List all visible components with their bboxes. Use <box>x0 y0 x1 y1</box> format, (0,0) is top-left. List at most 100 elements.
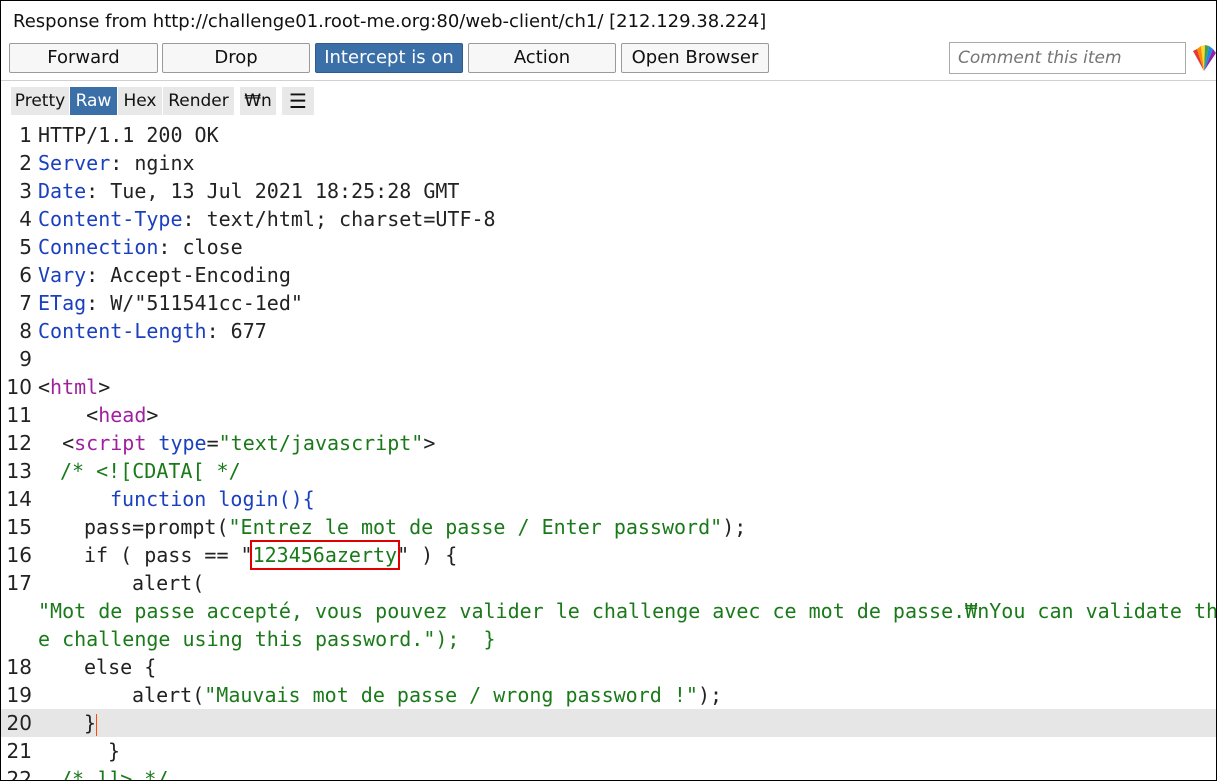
line-text: function login(){ <box>110 487 315 511</box>
line-text: else { <box>84 655 157 679</box>
line-number: 18 <box>6 655 32 679</box>
line-text: <head> <box>38 403 159 427</box>
string-literal: "Mauvais mot de passe / wrong password !… <box>204 683 698 707</box>
line-number: 4 <box>19 207 32 231</box>
line-text: /* <![CDATA[ */ <box>60 459 241 483</box>
tag-name: script <box>74 431 147 455</box>
line-text: /* ]]> */ <box>60 767 169 781</box>
code-segment: pass=prompt( <box>84 515 229 539</box>
code-line: 6 Vary: Accept-Encoding <box>1 261 1216 289</box>
proxy-intercept-window: Response from http://challenge01.root-me… <box>0 0 1217 781</box>
line-text: if ( pass == "123456azerty" ) { <box>84 540 458 570</box>
header-name: Content-Length <box>38 319 207 343</box>
code-segment: if ( pass == " <box>84 543 253 567</box>
drop-button[interactable]: Drop <box>162 43 310 73</box>
tag-name: html <box>50 375 99 399</box>
line-number: 13 <box>6 459 32 483</box>
line-number: 2 <box>19 151 32 175</box>
code-line: 21 } <box>1 737 1216 765</box>
code-line: 18 else { <box>1 653 1216 681</box>
toolbar-divider <box>1 80 1216 81</box>
line-number: 11 <box>6 403 32 427</box>
line-text: alert( <box>132 571 205 595</box>
line-number: 19 <box>6 683 32 707</box>
intercept-toggle-button[interactable]: Intercept is on <box>315 43 463 73</box>
line-number: 5 <box>19 235 32 259</box>
header-value: : W/"511541cc-1ed" <box>86 291 303 315</box>
forward-button[interactable]: Forward <box>9 43 158 73</box>
header-value: : text/html; charset=UTF-8 <box>182 207 496 231</box>
code-line: 22 /* ]]> */ <box>1 765 1216 781</box>
code-segment: " ) { <box>397 543 458 567</box>
header-value: : close <box>158 235 243 259</box>
attr-value: "text/javascript" <box>218 431 424 455</box>
line-number: 8 <box>19 319 32 343</box>
code-line-current: 20 } <box>1 709 1216 737</box>
code-line: 9 <box>1 345 1216 373</box>
view-tabs: Pretty Raw Hex Render ₩n ☰ <box>1 85 1216 117</box>
header-line: ETag: W/"511541cc-1ed" <box>38 289 303 317</box>
intercept-toolbar: Forward Drop Intercept is on Action Open… <box>1 41 1216 81</box>
tab-render[interactable]: Render <box>163 87 234 115</box>
line-number: 22 <box>6 767 32 781</box>
code-segment: alert( <box>132 683 205 707</box>
line-number: 6 <box>19 263 32 287</box>
code-segment: ); <box>697 683 723 707</box>
header-name: Connection <box>38 235 159 259</box>
string-literal: "Entrez le mot de passe / Enter password… <box>228 515 723 539</box>
line-number: 21 <box>6 739 32 763</box>
code-segment: } <box>84 711 97 735</box>
attr-name: type <box>158 431 207 455</box>
code-line: 1 HTTP/1.1 200 OK <box>1 121 1216 149</box>
tab-hex[interactable]: Hex <box>118 87 162 115</box>
password-highlight: 123456azerty <box>249 540 401 570</box>
line-number: 7 <box>19 291 32 315</box>
header-name: Content-Type <box>38 207 183 231</box>
line-text: <script type="text/javascript"> <box>38 431 436 455</box>
code-line: 8 Content-Length: 677 <box>1 317 1216 345</box>
header-line: Date: Tue, 13 Jul 2021 18:25:28 GMT <box>38 177 459 205</box>
code-line: 3 Date: Tue, 13 Jul 2021 18:25:28 GMT <box>1 177 1216 205</box>
header-name: Date <box>38 179 87 203</box>
window-title: Response from http://challenge01.root-me… <box>13 11 767 32</box>
response-editor[interactable]: 1 HTTP/1.1 200 OK 2 Server: nginx 3 Date… <box>1 121 1217 781</box>
header-name: Vary <box>38 263 87 287</box>
code-line: 5 Connection: close <box>1 233 1216 261</box>
code-line: 14 function login(){ <box>1 485 1216 513</box>
line-text: alert("Mauvais mot de passe / wrong pass… <box>132 681 722 709</box>
wrapped-line: "Mot de passe accepté, vous pouvez valid… <box>38 599 1217 623</box>
line-number: 3 <box>19 179 32 203</box>
tab-raw[interactable]: Raw <box>70 87 117 115</box>
header-value: : Accept-Encoding <box>86 263 291 287</box>
header-value: : nginx <box>110 151 195 175</box>
line-number: 1 <box>19 123 32 147</box>
newline-toggle-button[interactable]: ₩n <box>240 87 276 115</box>
open-browser-button[interactable]: Open Browser <box>621 43 769 73</box>
line-text: } <box>84 709 98 737</box>
menu-icon[interactable]: ☰ <box>282 87 314 115</box>
header-line: Content-Length: 677 <box>38 317 267 345</box>
header-name: Server <box>38 151 111 175</box>
code-line: 4 Content-Type: text/html; charset=UTF-8 <box>1 205 1216 233</box>
header-line: Server: nginx <box>38 149 195 177</box>
code-line: 13 /* <![CDATA[ */ <box>1 457 1216 485</box>
line-text: } <box>108 739 121 763</box>
code-line: 19 alert("Mauvais mot de passe / wrong p… <box>1 681 1216 709</box>
line-text: <html> <box>38 375 111 399</box>
header-line: Vary: Accept-Encoding <box>38 261 291 289</box>
text-caret <box>96 713 98 736</box>
code-line: 2 Server: nginx <box>1 149 1216 177</box>
code-line: 15 pass=prompt("Entrez le mot de passe /… <box>1 513 1216 541</box>
line-number: 15 <box>6 515 32 539</box>
action-button[interactable]: Action <box>468 43 616 73</box>
line-text: HTTP/1.1 200 OK <box>38 123 219 147</box>
header-value: : 677 <box>206 319 267 343</box>
highlight-color-picker-icon[interactable] <box>1191 43 1217 73</box>
tab-pretty[interactable]: Pretty <box>11 87 69 115</box>
comment-input[interactable] <box>949 42 1186 74</box>
code-line: 16 if ( pass == "123456azerty" ) { <box>1 540 1216 570</box>
line-number: 16 <box>6 543 32 567</box>
code-line: 17 alert( <box>1 569 1216 597</box>
line-number: 20 <box>6 711 32 735</box>
line-number: 14 <box>6 487 32 511</box>
